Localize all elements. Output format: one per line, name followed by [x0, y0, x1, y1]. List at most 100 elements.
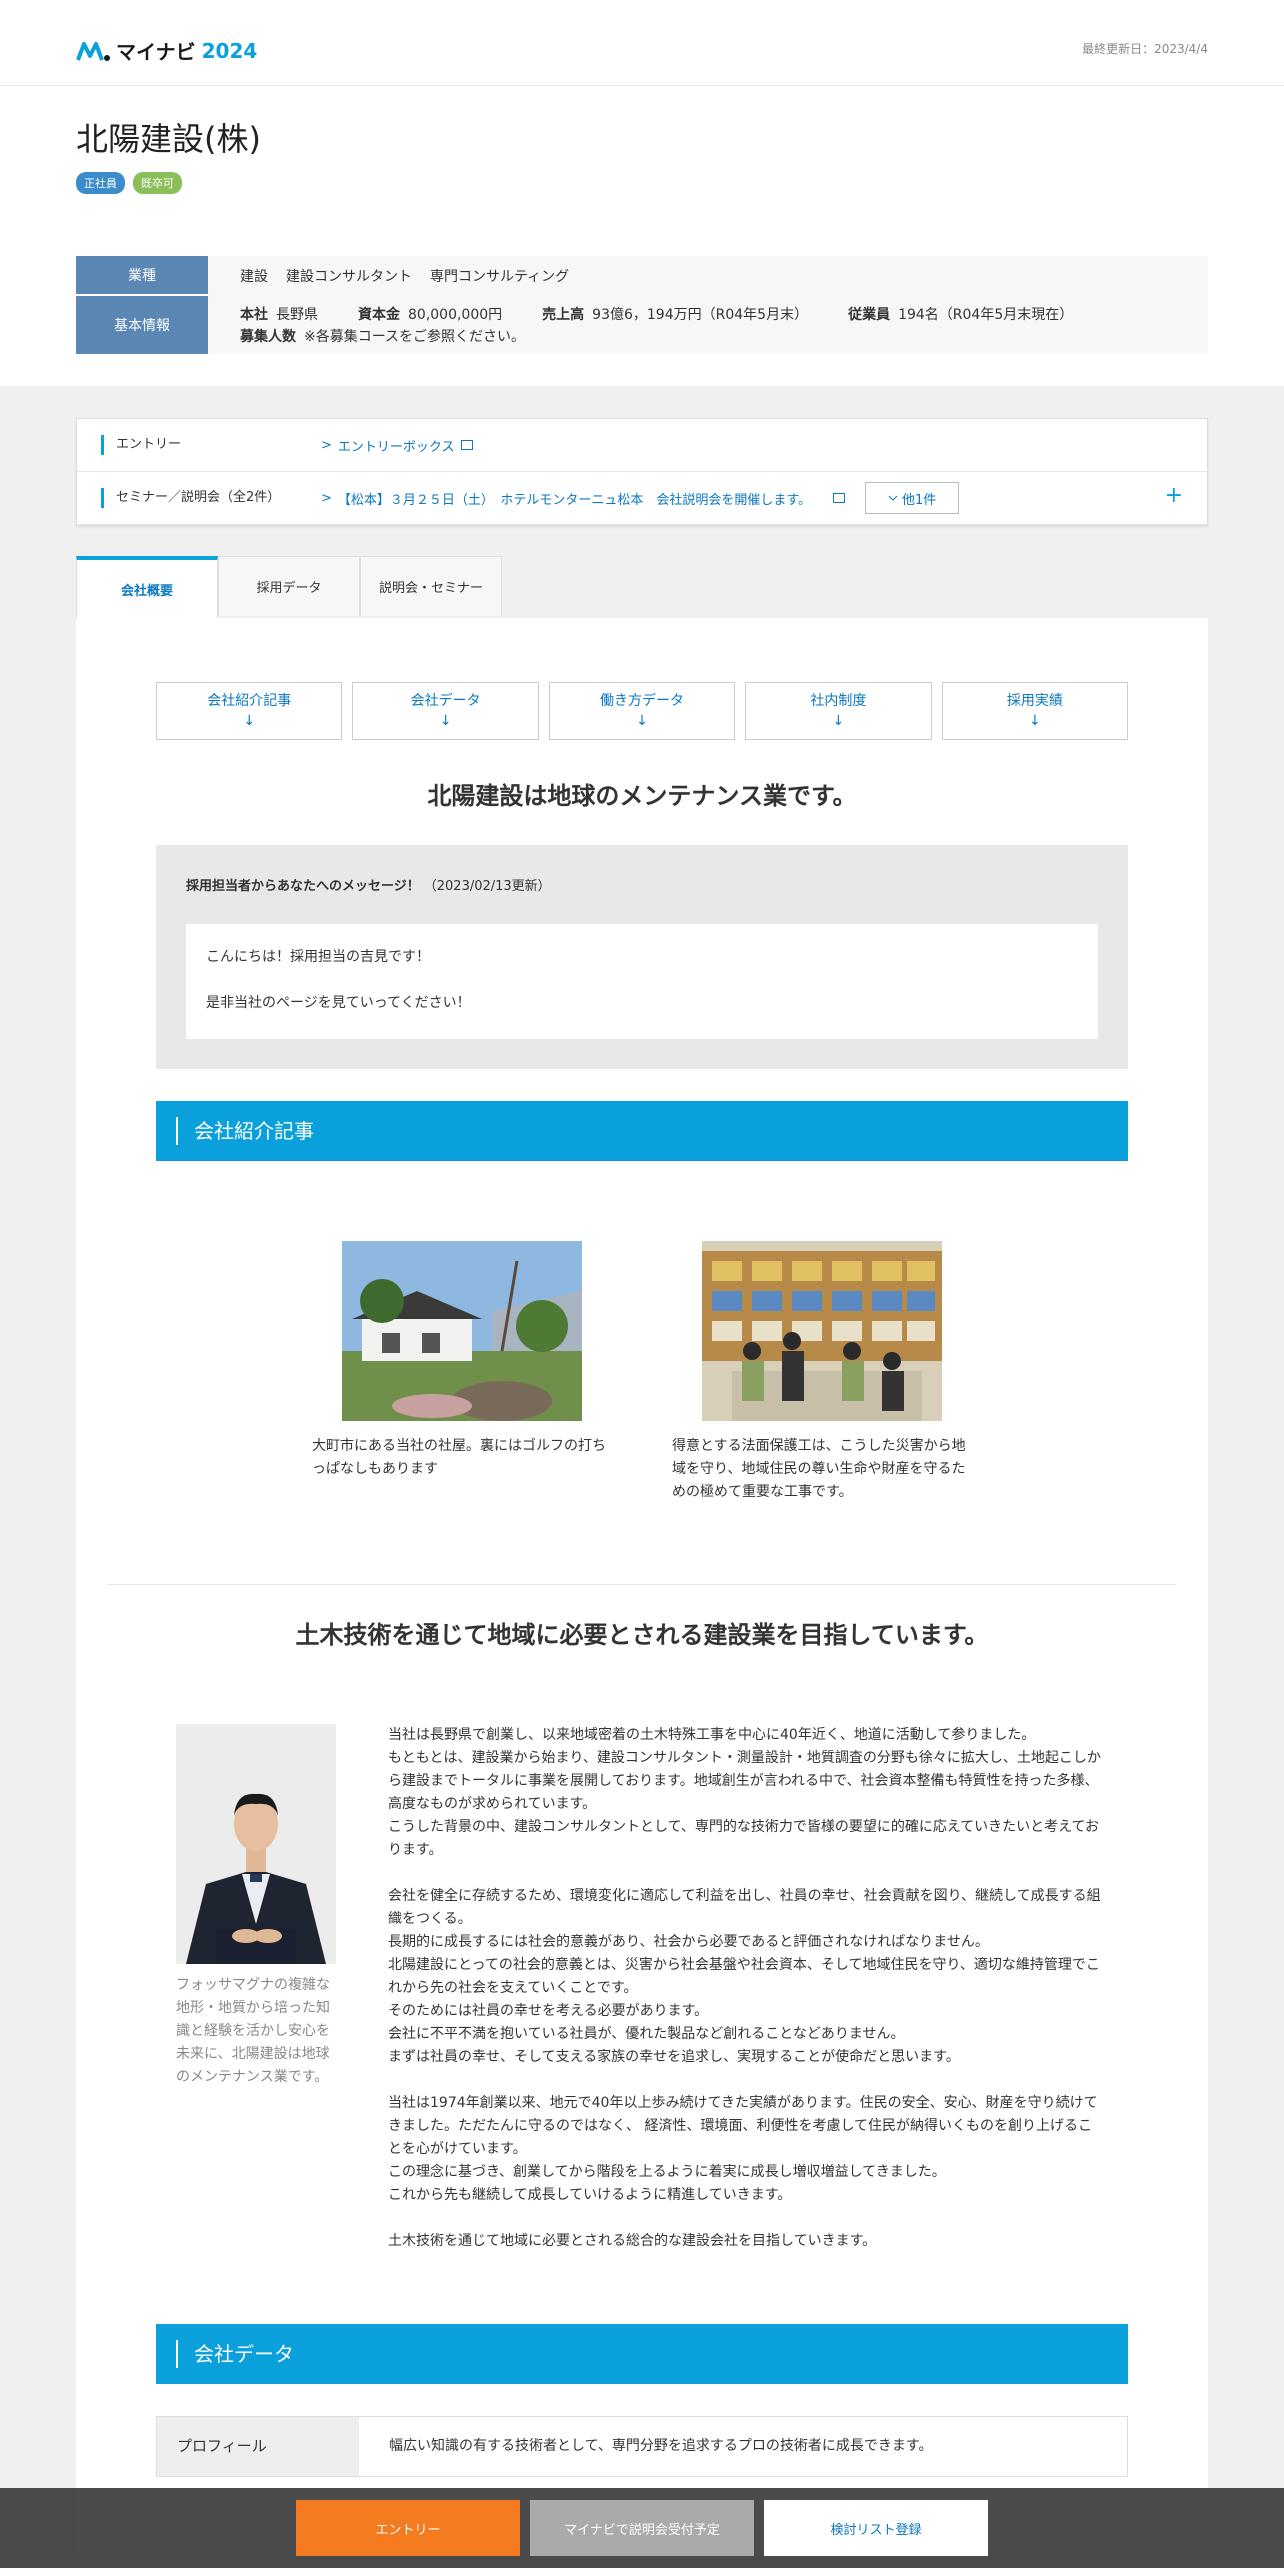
logo-year: 2024 — [201, 38, 258, 63]
nav-internal-system-button[interactable]: 社内制度 ↓ — [745, 682, 932, 740]
sticky-action-bar: エントリー マイナビで説明会受付予定 検討リスト登録 — [0, 2488, 1284, 2568]
entry-row: エントリー > エントリーボックス — [77, 419, 1207, 472]
chevron-right-icon: > — [321, 490, 332, 506]
message-date: （2023/02/13更新） — [423, 879, 551, 894]
photo-caption: 得意とする法面保護工は、こうした災害から地域を守り、地域住民の尊い生命や財産を守… — [672, 1438, 966, 1500]
capital-value: 80,000,000円 — [408, 307, 503, 323]
intro-paragraph: 当社は長野県で創業し、以来地域密着の土木特殊工事を中心に40年近く、地道に活動し… — [388, 1727, 1101, 1858]
down-arrow-icon: ↓ — [439, 713, 452, 729]
company-data-table: プロフィール 幅広い知識の有する技術者として、専門分野を追求するプロの技術者に成… — [156, 2416, 1128, 2477]
badge-graduate-ok: 既卒可 — [133, 172, 182, 194]
company-intro: フォッサマグナの複雑な地形・地質から培った知識と経験を活かし安心を未来に、北陽建… — [156, 1724, 1128, 2276]
external-window-icon — [460, 440, 473, 450]
tab-company-overview[interactable]: 会社概要 — [76, 556, 218, 618]
external-window-icon — [833, 493, 846, 503]
entry-panel: エントリー > エントリーボックス セミナー／説明会（全2件） > 【松本】３月… — [76, 418, 1208, 526]
intro-text: 当社は長野県で創業し、以来地域密着の土木特殊工事を中心に40年近く、地道に活動し… — [388, 1724, 1104, 2276]
entry-button[interactable]: エントリー — [296, 2500, 520, 2556]
tab-content: 会社紹介記事 ↓ 会社データ ↓ 働き方データ ↓ 社内制度 ↓ 採用実績 ↓ 北陽建設は… — [76, 618, 1208, 2554]
seminar-label: セミナー／説明会（全2件） — [101, 488, 321, 508]
profile-label: プロフィール — [157, 2417, 359, 2476]
nav-label: 会社データ — [410, 693, 481, 709]
section-header-company-data: 会社データ — [156, 2324, 1128, 2384]
main-area: エントリー > エントリーボックス セミナー／説明会（全2件） > 【松本】３月… — [0, 386, 1284, 618]
tab-seminars[interactable]: 説明会・セミナー — [360, 556, 502, 616]
nav-label: 社内制度 — [810, 693, 867, 709]
basic-info-label: 基本情報 — [76, 296, 208, 354]
site-header: マイナビ 2024 最終更新日：2023/4/4 — [0, 0, 1284, 86]
add-to-list-button[interactable]: 検討リスト登録 — [764, 2500, 988, 2556]
catch-copy: 北陽建設は地球のメンテナンス業です。 — [427, 782, 857, 810]
other-seminars-button[interactable]: 他1件 — [865, 482, 960, 514]
down-arrow-icon: ↓ — [832, 713, 845, 729]
company-building-photo — [342, 1241, 582, 1421]
tab-recruitment-data[interactable]: 採用データ — [218, 556, 360, 616]
article-heading: 土木技術を通じて地域に必要とされる建設業を目指しています。 — [295, 1621, 989, 1649]
seminar-reservation-button[interactable]: マイナビで説明会受付予定 — [530, 2500, 754, 2556]
intro-paragraph: 当社は1974年創業以来、地元で40年以上歩み続けてきた実績があります。住民の安… — [388, 2095, 1098, 2203]
expand-plus-icon[interactable]: + — [1165, 483, 1183, 508]
section-header-company-article: 会社紹介記事 — [156, 1101, 1128, 1161]
employees-value: 194名（R04年5月末現在） — [898, 307, 1074, 323]
down-arrow-icon: ↓ — [636, 713, 648, 729]
logo-text: マイナビ — [116, 40, 196, 64]
section-title: 会社紹介記事 — [176, 1117, 314, 1145]
article-photos: 大町市にある当社の社屋。裏にはゴルフの打ちっぱなしもあります 得意とする法面保護… — [156, 1241, 1128, 1504]
nav-company-data-button[interactable]: 会社データ ↓ — [352, 682, 539, 740]
photo-card: 大町市にある当社の社屋。裏にはゴルフの打ちっぱなしもあります — [312, 1241, 612, 1504]
recruit-key: 募集人数 — [240, 329, 296, 345]
mynavi-logo[interactable]: マイナビ 2024 — [76, 36, 257, 65]
down-arrow-icon: ↓ — [1028, 713, 1041, 729]
nav-label: 働き方データ — [600, 693, 685, 709]
photo-card: 得意とする法面保護工は、こうした災害から地域を守り、地域住民の尊い生命や財産を守… — [672, 1241, 972, 1504]
intro-paragraph: 会社を健全に存続するため、環境変化に適応して利益を出し、社員の幸せ、社会貢献を図… — [388, 1888, 1101, 2065]
industry-value: 専門コンサルティング — [430, 269, 570, 285]
profile-value: 幅広い知識の有する技術者として、専門分野を追求するプロの技術者に成長できます。 — [389, 2438, 933, 2454]
recruiter-message: 採用担当者からあなたへのメッセージ！ （2023/02/13更新） こんにちは！採… — [156, 845, 1128, 1069]
nav-label: 会社紹介記事 — [207, 693, 292, 709]
employees-key: 従業員 — [848, 307, 891, 323]
portrait-caption: フォッサマグナの複雑な地形・地質から培った知識と経験を活かし安心を未来に、北陽建… — [176, 1977, 330, 2085]
message-title: 採用担当者からあなたへのメッセージ！ （2023/02/13更新） — [186, 875, 1098, 894]
message-line: こんにちは！採用担当の吉見です！ — [206, 949, 430, 965]
industry-values: 建設 建設コンサルタント 専門コンサルティング — [208, 256, 1208, 296]
nav-hiring-record-button[interactable]: 採用実績 ↓ — [941, 682, 1129, 740]
tab-bar: 会社概要 採用データ 説明会・セミナー — [76, 556, 1208, 618]
chevron-down-icon — [888, 495, 898, 501]
entry-box-link-text: エントリーボックス — [337, 439, 455, 455]
intro-paragraph: 土木技術を通じて地域に必要とされる総合的な建設会社を目指していきます。 — [388, 2233, 877, 2249]
section-title: 会社データ — [176, 2340, 294, 2368]
message-title-text: 採用担当者からあなたへのメッセージ！ — [186, 879, 420, 894]
seminar-row: セミナー／説明会（全2件） > 【松本】３月２５日（土） ホテルモンターニュ松本… — [77, 472, 1207, 525]
message-line: 是非当社のページを見ていってください！ — [206, 995, 471, 1011]
last-updated: 最終更新日：2023/4/4 — [1082, 42, 1208, 56]
down-arrow-icon: ↓ — [243, 713, 256, 729]
entry-box-link[interactable]: > エントリーボックス — [321, 436, 473, 455]
entry-label: エントリー — [101, 435, 321, 455]
employment-badges: 正社員 既卒可 — [76, 172, 1208, 194]
hq-key: 本社 — [240, 307, 268, 323]
photo-caption: 大町市にある当社の社屋。裏にはゴルフの打ちっぱなしもあります — [312, 1438, 606, 1477]
mynavi-logo-mark-icon — [76, 41, 110, 61]
office-library-photo — [702, 1241, 942, 1421]
sales-key: 売上高 — [542, 307, 585, 323]
nav-workstyle-data-button[interactable]: 働き方データ ↓ — [548, 682, 736, 740]
badge-fulltime: 正社員 — [76, 172, 125, 194]
message-body: こんにちは！採用担当の吉見です！ 是非当社のページを見ていってください！ — [186, 924, 1098, 1039]
capital-key: 資本金 — [358, 307, 400, 323]
industry-value: 建設 — [240, 269, 268, 285]
nav-label: 採用実績 — [1006, 693, 1063, 709]
industry-value: 建設コンサルタント — [286, 269, 412, 285]
chevron-right-icon: > — [321, 437, 332, 453]
recruit-value: ※各募集コースをご参照ください。 — [304, 329, 526, 345]
section-nav: 会社紹介記事 ↓ 会社データ ↓ 働き方データ ↓ 社内制度 ↓ 採用実績 ↓ — [156, 682, 1129, 740]
seminar-link[interactable]: > 【松本】３月２５日（土） ホテルモンターニュ松本 会社説明会を開催します。 — [321, 489, 846, 508]
industry-label: 業種 — [76, 256, 208, 296]
hq-value: 長野県 — [276, 307, 318, 323]
divider — [108, 1584, 1176, 1585]
company-block: 北陽建設(株) 正社員 既卒可 業種 建設 建設コンサルタント 専門コンサルティ… — [0, 86, 1284, 386]
recruiter-portrait-photo — [176, 1724, 336, 1964]
nav-company-article-button[interactable]: 会社紹介記事 ↓ — [156, 682, 343, 740]
sales-value: 93億6，194万円（R04年5月末） — [592, 307, 809, 323]
company-name: 北陽建設(株) — [76, 120, 261, 158]
